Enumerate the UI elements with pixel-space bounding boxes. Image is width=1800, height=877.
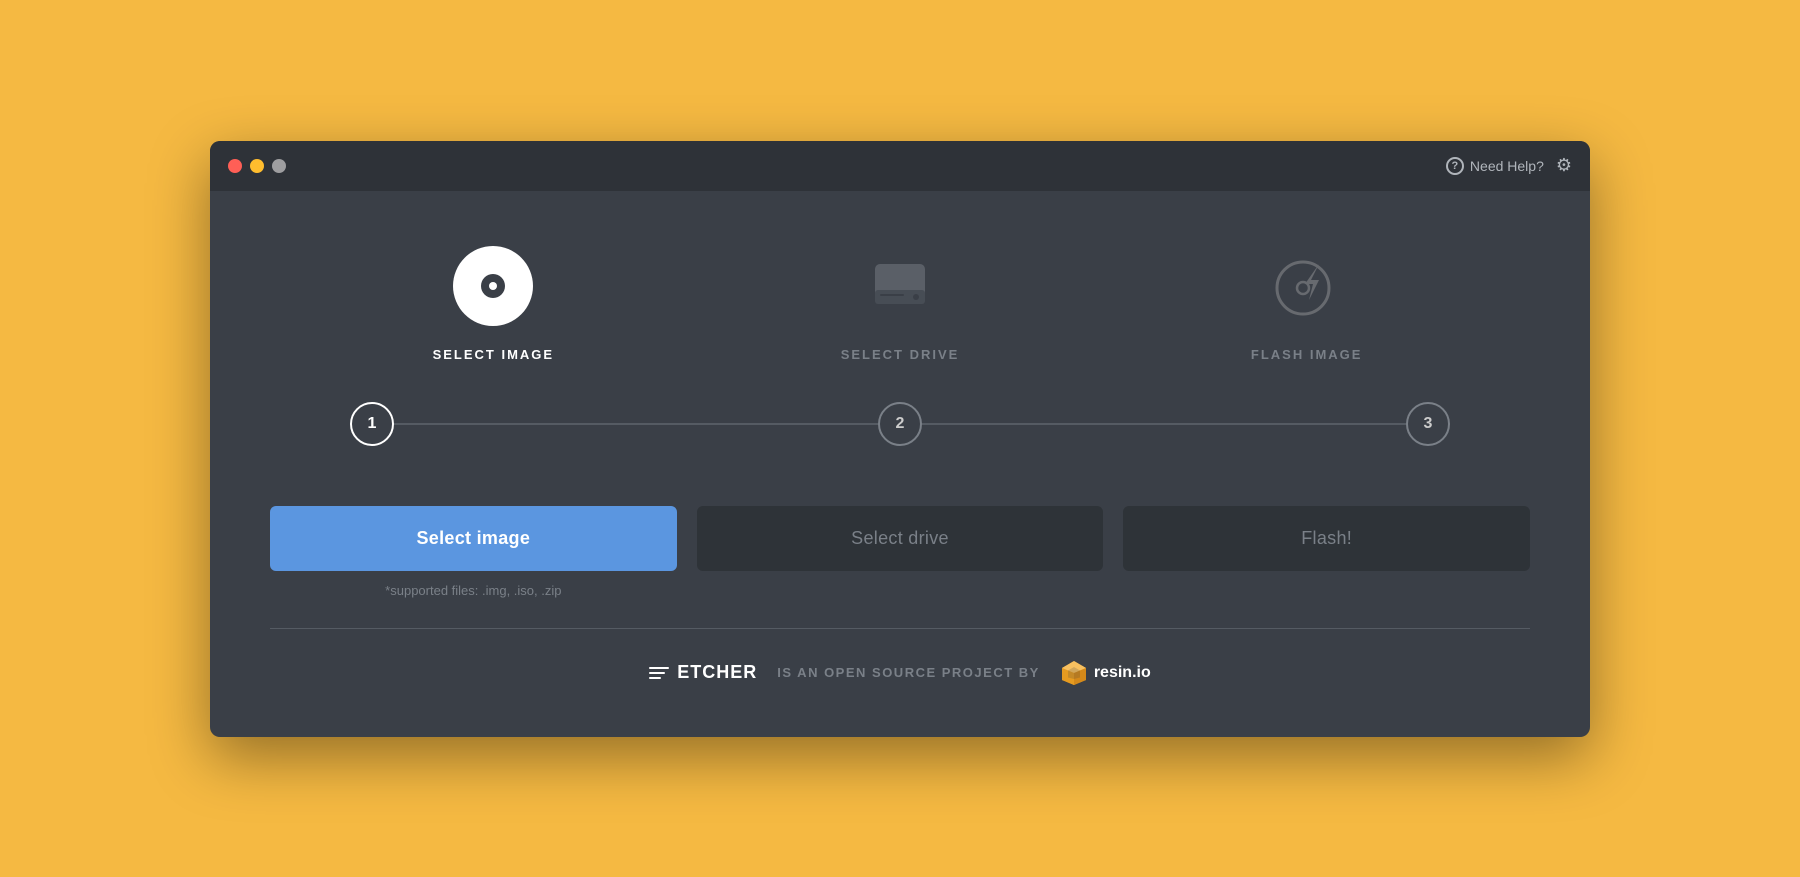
- drive-icon: [860, 246, 940, 326]
- etcher-line-1: [649, 667, 669, 669]
- titlebar-actions: ? Need Help? ⚙: [1446, 155, 1572, 176]
- step-2-icon-wrap: [855, 241, 945, 331]
- disc-icon: [453, 246, 533, 326]
- app-window: ? Need Help? ⚙ SELECT IMAGE: [210, 141, 1590, 737]
- close-button[interactable]: [228, 159, 242, 173]
- etcher-lines-icon: [649, 667, 669, 679]
- step-node-3: 3: [1406, 402, 1450, 446]
- step-1-label: SELECT IMAGE: [433, 347, 555, 362]
- resin-text: resin.io: [1094, 664, 1151, 682]
- step-1: SELECT IMAGE: [290, 241, 697, 362]
- disc-center: [489, 282, 497, 290]
- select-drive-button[interactable]: Select drive: [697, 506, 1104, 571]
- etcher-brand: ETCHER: [649, 662, 757, 683]
- step-2: SELECT DRIVE: [697, 241, 1104, 362]
- flash-button[interactable]: Flash!: [1123, 506, 1530, 571]
- supported-files-label: *supported files: .img, .iso, .zip: [385, 583, 561, 598]
- select-image-button[interactable]: Select image: [270, 506, 677, 571]
- progress-row: 1 2 3: [270, 402, 1530, 446]
- etcher-line-3: [649, 677, 661, 679]
- traffic-lights: [228, 159, 286, 173]
- flash-group: Flash!: [1123, 506, 1530, 571]
- resin-logo: resin.io: [1060, 659, 1151, 687]
- step-3-label: FLASH IMAGE: [1251, 347, 1363, 362]
- disc-inner: [481, 274, 505, 298]
- select-drive-group: Select drive: [697, 506, 1104, 571]
- footer: ETCHER IS AN OPEN SOURCE PROJECT BY resi…: [270, 649, 1530, 707]
- titlebar: ? Need Help? ⚙: [210, 141, 1590, 191]
- help-label: Need Help?: [1470, 158, 1544, 174]
- etcher-line-2: [649, 672, 665, 674]
- maximize-button[interactable]: [272, 159, 286, 173]
- help-icon: ?: [1446, 157, 1464, 175]
- resin-cube-icon: [1060, 659, 1088, 687]
- help-button[interactable]: ? Need Help?: [1446, 157, 1544, 175]
- main-content: SELECT IMAGE SELECT DRIVE: [210, 191, 1590, 737]
- steps-icons-row: SELECT IMAGE SELECT DRIVE: [270, 241, 1530, 362]
- step-3-icon-wrap: [1262, 241, 1352, 331]
- buttons-row: Select image *supported files: .img, .is…: [270, 506, 1530, 598]
- etcher-text: ETCHER: [677, 662, 757, 683]
- footer-divider: [270, 628, 1530, 629]
- step-3: FLASH IMAGE: [1103, 241, 1510, 362]
- step-nodes: 1 2 3: [350, 402, 1450, 446]
- select-image-group: Select image *supported files: .img, .is…: [270, 506, 677, 598]
- footer-tagline: IS AN OPEN SOURCE PROJECT BY: [777, 665, 1040, 680]
- step-node-1: 1: [350, 402, 394, 446]
- step-1-icon-wrap: [448, 241, 538, 331]
- minimize-button[interactable]: [250, 159, 264, 173]
- settings-icon[interactable]: ⚙: [1556, 155, 1572, 176]
- step-node-2: 2: [878, 402, 922, 446]
- flash-icon: [1267, 246, 1347, 326]
- step-2-label: SELECT DRIVE: [841, 347, 960, 362]
